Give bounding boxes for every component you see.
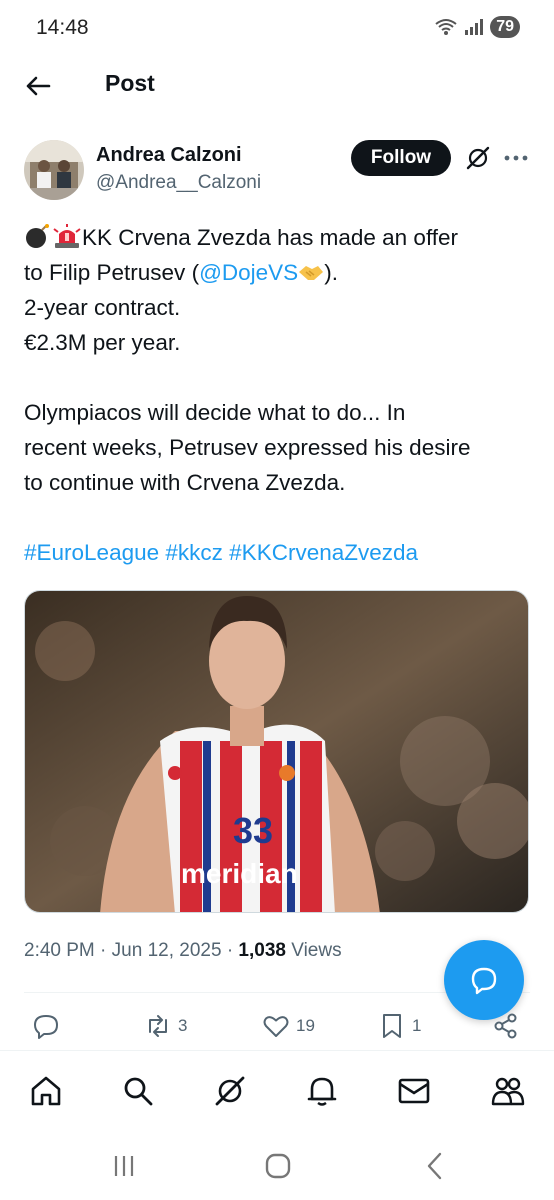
nav-notifications[interactable] bbox=[302, 1071, 342, 1111]
header: Post bbox=[0, 58, 554, 114]
more-icon bbox=[504, 155, 528, 161]
tweet-actions: 3 19 1 bbox=[0, 1006, 554, 1050]
share-button[interactable] bbox=[492, 1012, 520, 1040]
recent-apps-icon bbox=[114, 1156, 134, 1176]
tweet-para2-line1: Olympiacos will decide what to do... In bbox=[24, 400, 406, 425]
reply-button[interactable] bbox=[32, 1012, 66, 1040]
avatar[interactable] bbox=[24, 140, 84, 200]
hashtag-link[interactable]: #KKCrvenaZvezda bbox=[229, 540, 418, 565]
hashtag-link[interactable]: #EuroLeague bbox=[24, 540, 159, 565]
tweet-line: to Filip Petrusev (@DojeVS ). bbox=[24, 255, 534, 290]
bomb-emoji-icon bbox=[26, 224, 49, 248]
back-button[interactable] bbox=[20, 68, 56, 104]
chevron-left-icon bbox=[427, 1152, 442, 1180]
retweet-count: 3 bbox=[178, 1016, 188, 1035]
home-system-button[interactable] bbox=[258, 1150, 298, 1182]
views-label: Views bbox=[291, 940, 342, 961]
status-icons: 79 bbox=[434, 16, 520, 38]
views-count[interactable]: 1,038 bbox=[238, 940, 286, 961]
grok-icon bbox=[215, 1076, 245, 1106]
tweet-para2-line2: recent weeks, Petrusev expressed his des… bbox=[24, 435, 471, 460]
bookmark-button[interactable]: 1 bbox=[378, 1012, 421, 1040]
nav-messages[interactable] bbox=[394, 1071, 434, 1111]
messages-icon bbox=[398, 1078, 430, 1104]
nav-grok[interactable] bbox=[210, 1071, 250, 1111]
author-name[interactable]: Andrea Calzoni bbox=[96, 144, 242, 167]
recent-apps-button[interactable] bbox=[104, 1150, 144, 1182]
wifi-icon bbox=[435, 19, 457, 35]
signal-icon bbox=[465, 19, 484, 35]
tweet-line-4: €2.3M per year. bbox=[24, 330, 181, 355]
tweet-line-2-after: ). bbox=[324, 260, 338, 285]
tweet-text: KK Crvena Zvezda has made an offer to Fi… bbox=[24, 220, 534, 570]
siren-emoji-icon bbox=[53, 224, 81, 248]
meta-separator: · bbox=[100, 940, 107, 961]
jersey-sponsor: meridian bbox=[181, 858, 298, 889]
like-button[interactable]: 19 bbox=[262, 1012, 315, 1040]
tweet-line-1: KK Crvena Zvezda has made an offer bbox=[82, 225, 459, 250]
hashtags: #EuroLeague #kkcz #KKCrvenaZvezda bbox=[24, 535, 534, 570]
search-icon bbox=[124, 1077, 153, 1106]
status-time: 14:48 bbox=[36, 16, 89, 39]
reply-icon bbox=[34, 1015, 58, 1039]
tweet-media-image[interactable]: 33 meridian bbox=[24, 590, 529, 913]
jersey-number: 33 bbox=[233, 810, 273, 851]
page-title: Post bbox=[105, 70, 155, 96]
follow-button[interactable]: Follow bbox=[351, 140, 451, 176]
grok-icon bbox=[466, 146, 490, 170]
meta-separator: · bbox=[226, 940, 234, 961]
system-back-button[interactable] bbox=[414, 1150, 454, 1182]
like-count: 19 bbox=[296, 1016, 315, 1035]
retweet-icon bbox=[149, 1015, 167, 1037]
avatar-image bbox=[24, 140, 84, 200]
arrow-left-icon bbox=[26, 76, 51, 96]
heart-icon bbox=[263, 1016, 289, 1037]
author-handle[interactable]: @Andrea__Calzoni bbox=[96, 172, 261, 194]
tweet-line: KK Crvena Zvezda has made an offer bbox=[24, 220, 534, 255]
more-options-button[interactable] bbox=[500, 142, 532, 174]
tweet-para2-line3: to continue with Crvena Zvezda. bbox=[24, 470, 346, 495]
nav-communities[interactable] bbox=[488, 1071, 528, 1111]
notifications-icon bbox=[307, 1077, 337, 1106]
home-icon bbox=[31, 1076, 61, 1106]
battery-indicator: 79 bbox=[490, 16, 520, 38]
retweet-button[interactable]: 3 bbox=[144, 1012, 187, 1040]
compose-reply-icon bbox=[471, 967, 497, 995]
handshake-emoji-icon bbox=[299, 266, 324, 280]
tweet-time[interactable]: 2:40 PM bbox=[24, 940, 95, 961]
tweet-date[interactable]: Jun 12, 2025 bbox=[112, 940, 222, 961]
tweet-line-3: 2-year contract. bbox=[24, 295, 181, 320]
tweet-line-2-before: to Filip Petrusev ( bbox=[24, 260, 200, 285]
share-icon bbox=[494, 1013, 517, 1039]
system-navigation bbox=[0, 1130, 554, 1200]
communities-icon bbox=[491, 1077, 525, 1106]
bookmark-icon bbox=[383, 1014, 401, 1038]
nav-home[interactable] bbox=[26, 1071, 66, 1111]
player-photo: 33 meridian bbox=[25, 591, 528, 912]
hashtag-link[interactable]: #kkcz bbox=[165, 540, 223, 565]
grok-button[interactable] bbox=[462, 142, 494, 174]
bottom-navigation bbox=[0, 1050, 554, 1130]
home-circle-icon bbox=[265, 1153, 291, 1179]
bookmark-count: 1 bbox=[412, 1016, 422, 1035]
nav-search[interactable] bbox=[118, 1071, 158, 1111]
tweet-meta: 2:40 PM · Jun 12, 2025 · 1,038 Views bbox=[24, 940, 342, 962]
status-bar: 14:48 79 bbox=[0, 0, 554, 58]
mention-link[interactable]: @DojeVS bbox=[199, 260, 298, 285]
